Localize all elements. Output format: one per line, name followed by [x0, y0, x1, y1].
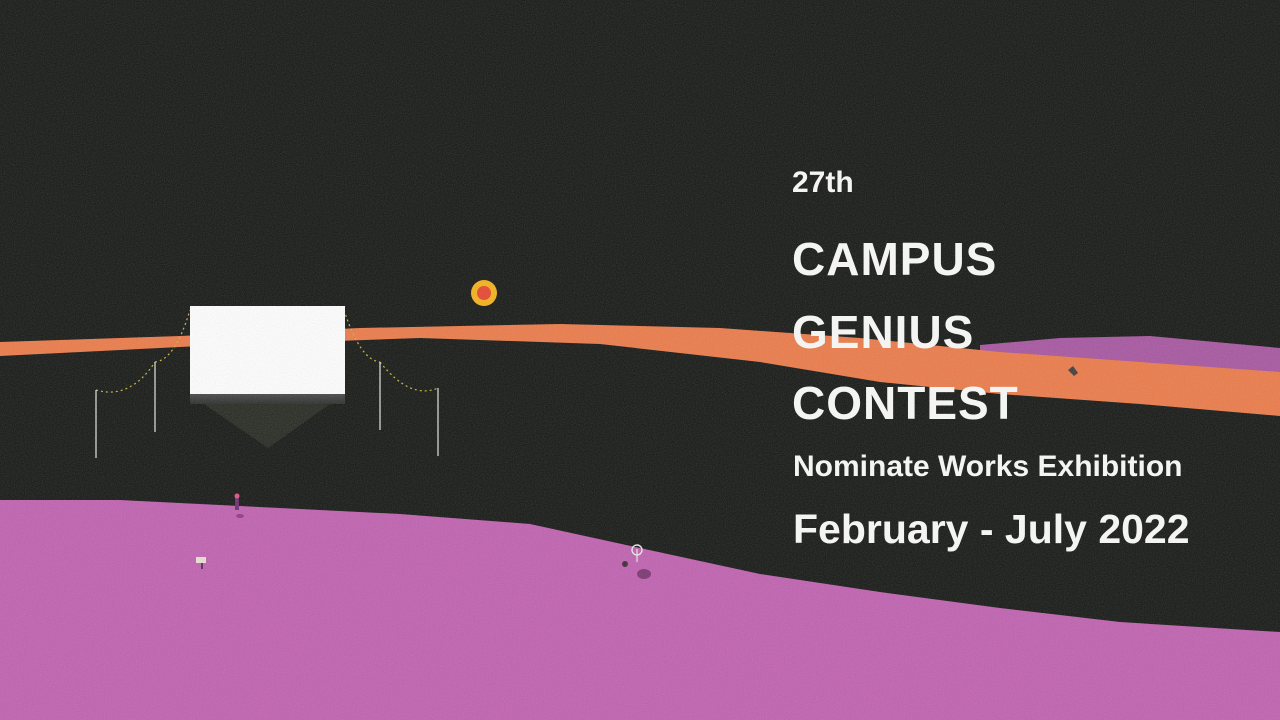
grain-overlay: [0, 0, 1280, 720]
edition-label: 27th: [792, 166, 854, 199]
exhibition-subtitle: Nominate Works Exhibition: [793, 450, 1183, 483]
title-line-genius: GENIUS: [792, 306, 975, 358]
title-line-contest: CONTEST: [792, 377, 1019, 429]
exhibition-dates: February - July 2022: [793, 506, 1190, 552]
landscape-illustration: [0, 0, 1280, 720]
title-line-campus: CAMPUS: [792, 233, 998, 285]
exhibition-banner: 27th CAMPUS GENIUS CONTEST Nominate Work…: [0, 0, 1280, 720]
